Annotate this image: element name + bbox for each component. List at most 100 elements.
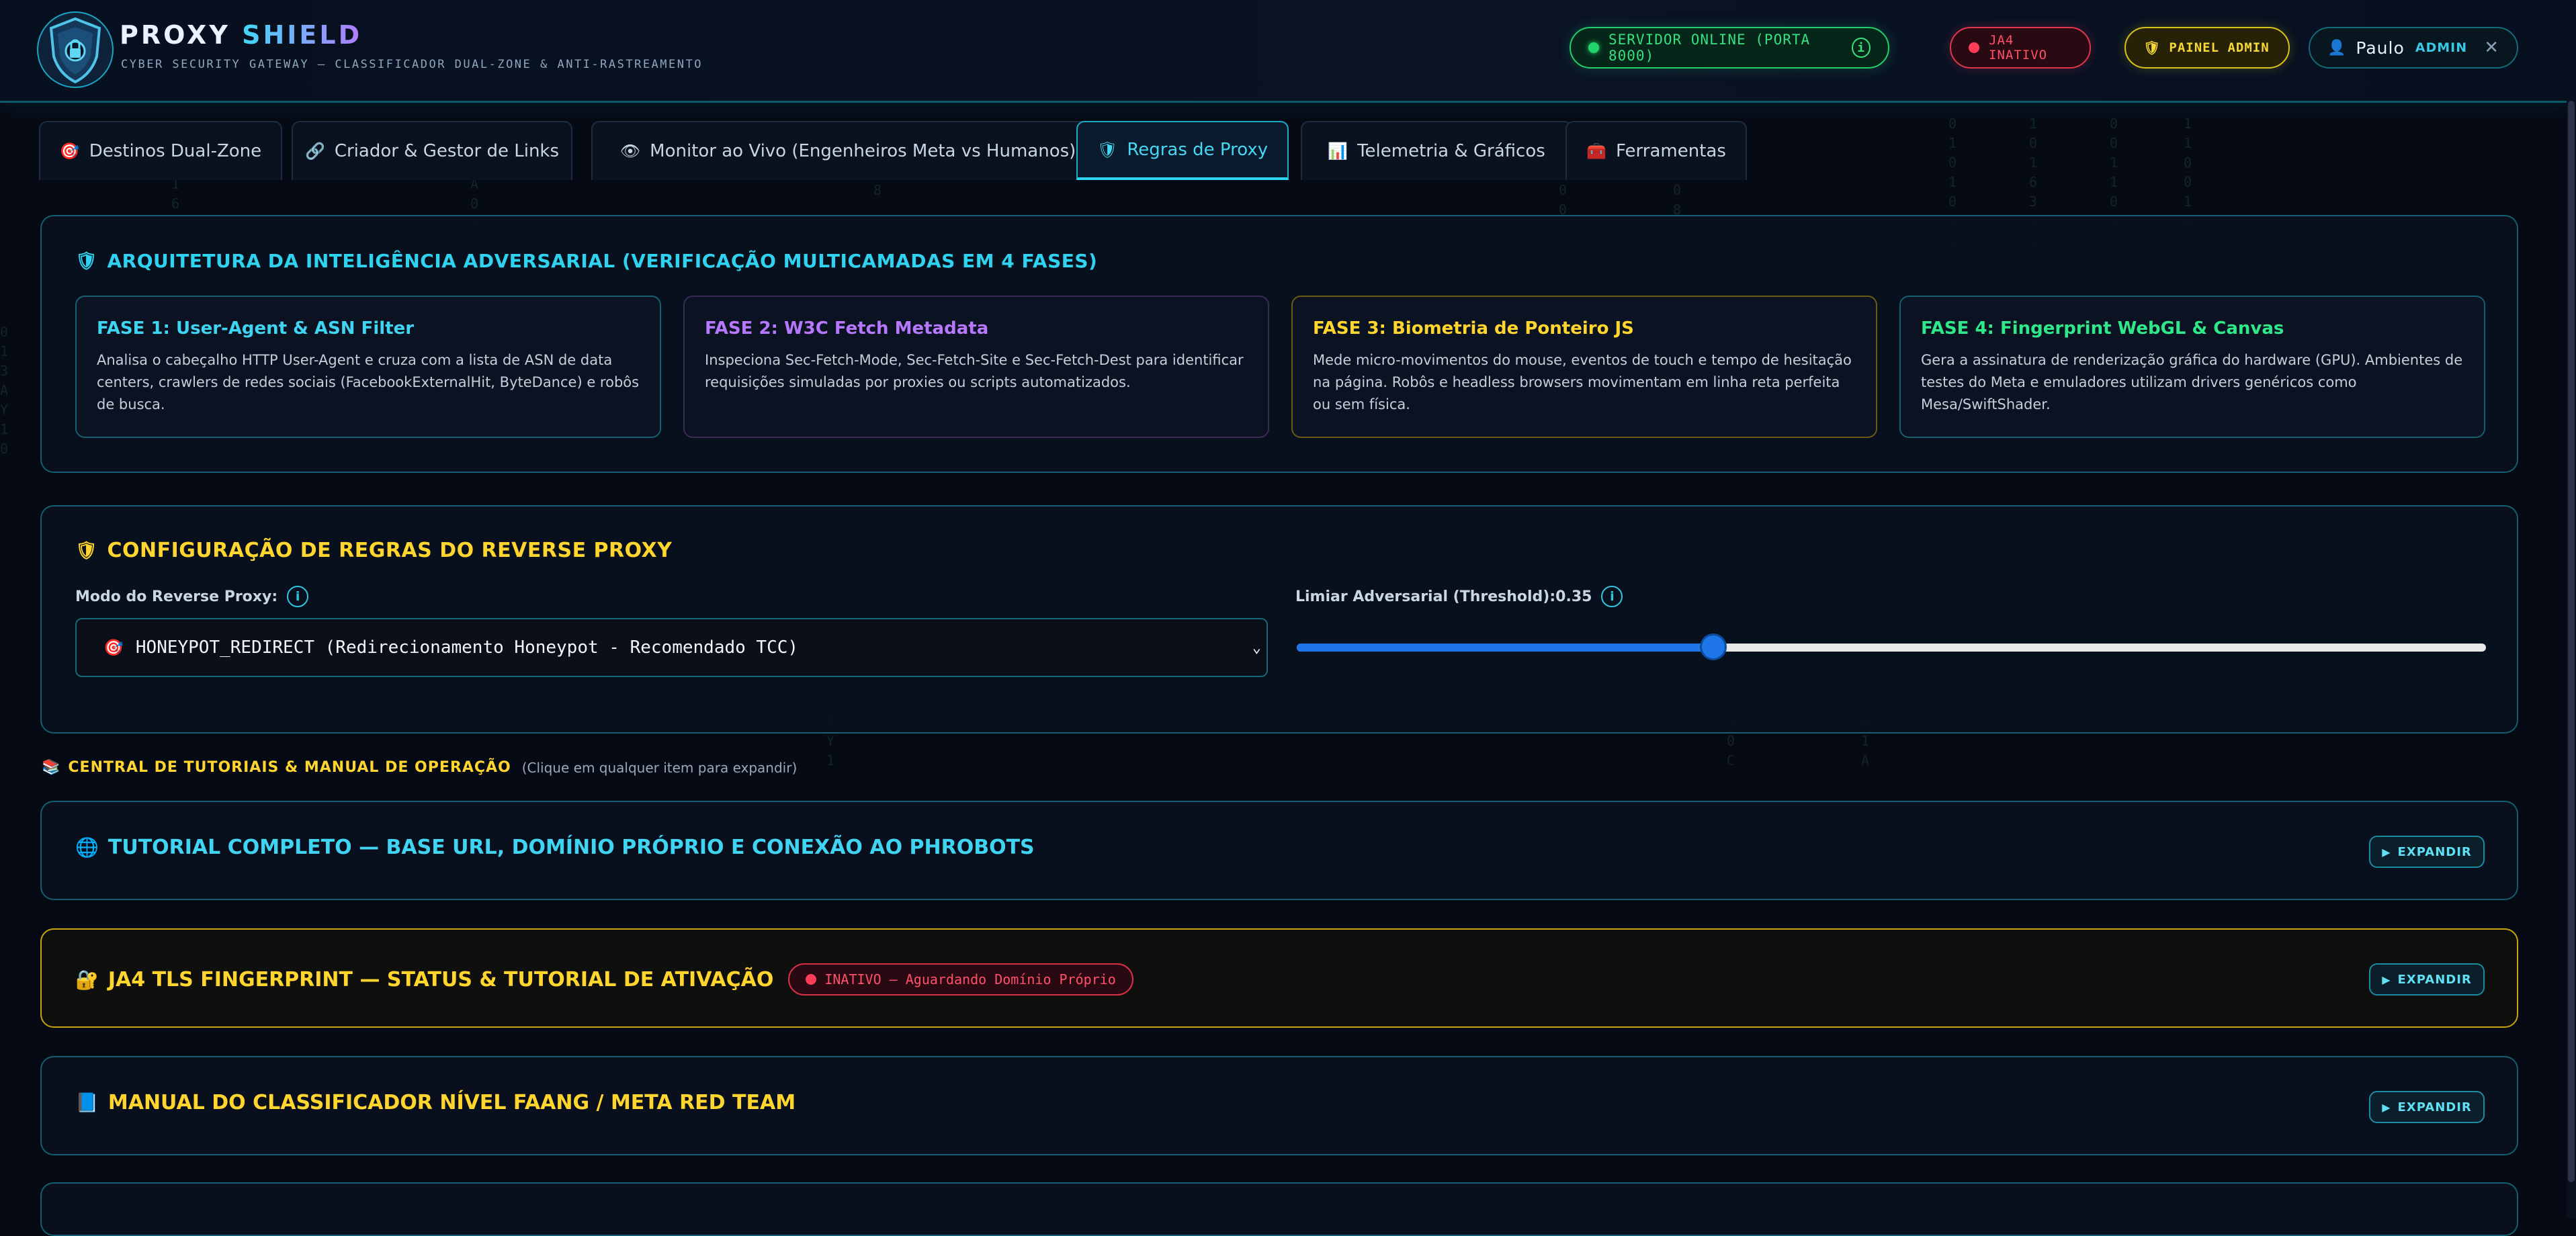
- play-icon: ▶: [2382, 973, 2391, 986]
- ja4-status-text: JA4 INATIVO: [1989, 33, 2048, 62]
- info-icon[interactable]: i: [1852, 38, 1871, 58]
- expand-label: EXPANDIR: [2397, 972, 2472, 987]
- tab-links[interactable]: 🔗 Criador & Gestor de Links: [292, 121, 572, 180]
- threshold-label: Limiar Adversarial (Threshold): 0.35 i: [1295, 586, 1623, 607]
- proxy-mode-label: Modo do Reverse Proxy: i: [75, 586, 309, 607]
- status-badge-text: INATIVO — Aguardando Domínio Próprio: [824, 971, 1116, 987]
- shield-logo-icon: [35, 9, 116, 90]
- proxy-rules-title: 🛡 CONFIGURAÇÃO DE REGRAS DO REVERSE PROX…: [75, 539, 672, 562]
- tab-regras[interactable]: 🛡 Regras de Proxy: [1076, 121, 1289, 180]
- phase-card-1: FASE 1: User-Agent & ASN Filter Analisa …: [75, 296, 661, 438]
- lock-icon: 🔐: [75, 968, 99, 991]
- user-name: Paulo: [2356, 38, 2405, 58]
- tutorials-hint: (Clique em qualquer item para expandir): [521, 759, 798, 776]
- phase-title: FASE 1: User-Agent & ASN Filter: [97, 318, 415, 339]
- accordion-manual-classificador[interactable]: 📘 MANUAL DO CLASSIFICADOR NÍVEL FAANG / …: [40, 1056, 2518, 1155]
- user-icon: 👤: [2327, 39, 2347, 56]
- info-icon[interactable]: i: [287, 586, 309, 607]
- accordion-next-partial[interactable]: [40, 1182, 2518, 1236]
- toolbox-icon: 🧰: [1586, 142, 1607, 161]
- tab-telemetria[interactable]: 📊 Telemetria & Gráficos: [1301, 121, 1572, 180]
- architecture-title: 🛡 ARQUITETURA DA INTELIGÊNCIA ADVERSARIA…: [75, 250, 1097, 272]
- phase-title: FASE 3: Biometria de Ponteiro JS: [1313, 318, 1634, 339]
- phase-card-3: FASE 3: Biometria de Ponteiro JS Mede mi…: [1291, 296, 1877, 438]
- play-icon: ▶: [2382, 845, 2391, 858]
- play-icon: ▶: [2382, 1100, 2391, 1114]
- brand-word-proxy: PROXY: [120, 20, 230, 50]
- proxy-rules-title-text: CONFIGURAÇÃO DE REGRAS DO REVERSE PROXY: [107, 539, 673, 562]
- page-scrollbar[interactable]: [2567, 101, 2576, 1219]
- app-header: PROXY SHIELD CYBER SECURITY GATEWAY — CL…: [0, 0, 2576, 103]
- close-icon[interactable]: ✕: [2484, 38, 2499, 58]
- accordion-title-text: JA4 TLS FINGERPRINT — STATUS & TUTORIAL …: [108, 967, 774, 991]
- tab-label: Telemetria & Gráficos: [1357, 141, 1545, 161]
- phase-card-4: FASE 4: Fingerprint WebGL & Canvas Gera …: [1899, 296, 2485, 438]
- shield-icon: 🛡: [2143, 40, 2161, 56]
- info-icon[interactable]: i: [1601, 586, 1623, 607]
- status-dot-icon: [1969, 42, 1979, 53]
- chevron-down-icon: ⌄: [1252, 639, 1261, 656]
- accordion-title: 🔐 JA4 TLS FINGERPRINT — STATUS & TUTORIA…: [75, 963, 1133, 996]
- target-icon: 🎯: [59, 142, 80, 161]
- admin-panel-button[interactable]: 🛡 PAINEL ADMIN: [2124, 27, 2290, 69]
- tutorials-title: CENTRAL DE TUTORIAIS & MANUAL DE OPERAÇÃ…: [68, 759, 511, 776]
- phase-desc: Gera a assinatura de renderização gráfic…: [1921, 352, 2463, 412]
- accordion-ja4[interactable]: 🔐 JA4 TLS FINGERPRINT — STATUS & TUTORIA…: [40, 928, 2518, 1028]
- status-dot-icon: [806, 974, 817, 985]
- proxy-mode-value: HONEYPOT_REDIRECT (Redirecionamento Hone…: [135, 637, 799, 658]
- phase-title: FASE 4: Fingerprint WebGL & Canvas: [1921, 318, 2284, 339]
- phase-desc: Analisa o cabeçalho HTTP User-Agent e cr…: [97, 352, 640, 412]
- slider-fill: [1297, 644, 1713, 652]
- server-status-pill[interactable]: SERVIDOR ONLINE (PORTA 8000) i: [1570, 27, 1889, 69]
- phase-title: FASE 2: W3C Fetch Metadata: [705, 318, 989, 339]
- expand-button[interactable]: ▶ EXPANDIR: [2369, 963, 2485, 996]
- tab-label: Regras de Proxy: [1127, 140, 1269, 160]
- architecture-title-text: ARQUITETURA DA INTELIGÊNCIA ADVERSARIAL …: [107, 250, 1098, 272]
- ja4-status-pill[interactable]: JA4 INATIVO: [1950, 27, 2091, 69]
- books-icon: 📚: [42, 759, 60, 776]
- server-status-text: SERVIDOR ONLINE (PORTA 8000): [1608, 32, 1811, 64]
- admin-panel-label: PAINEL ADMIN: [2169, 40, 2270, 55]
- shield-icon: 🛡: [75, 251, 98, 271]
- proxy-mode-select[interactable]: 🎯 HONEYPOT_REDIRECT (Redirecionamento Ho…: [75, 618, 1268, 677]
- phase-card-2: FASE 2: W3C Fetch Metadata Inspeciona Se…: [683, 296, 1269, 438]
- tab-label: Monitor ao Vivo (Engenheiros Meta vs Hum…: [650, 141, 1076, 161]
- tab-destinos[interactable]: 🎯 Destinos Dual-Zone: [39, 121, 282, 180]
- architecture-panel: 🛡 ARQUITETURA DA INTELIGÊNCIA ADVERSARIA…: [40, 215, 2518, 473]
- proxy-rules-panel: 🛡 CONFIGURAÇÃO DE REGRAS DO REVERSE PROX…: [40, 505, 2518, 734]
- shield-icon: 🛡: [1097, 140, 1118, 159]
- expand-button[interactable]: ▶ EXPANDIR: [2369, 836, 2485, 868]
- expand-label: EXPANDIR: [2397, 844, 2472, 859]
- shield-icon: 🛡: [75, 540, 98, 561]
- phase-desc: Mede micro-movimentos do mouse, eventos …: [1313, 352, 1852, 412]
- accordion-tutorial-base-url[interactable]: 🌐 TUTORIAL COMPLETO — BASE URL, DOMÍNIO …: [40, 801, 2518, 900]
- accordion-title-text: MANUAL DO CLASSIFICADOR NÍVEL FAANG / ME…: [108, 1091, 796, 1114]
- expand-button[interactable]: ▶ EXPANDIR: [2369, 1091, 2485, 1123]
- tab-ferramentas[interactable]: 🧰 Ferramentas: [1565, 121, 1747, 180]
- tutorials-header: 📚 CENTRAL DE TUTORIAIS & MANUAL DE OPERA…: [42, 759, 797, 776]
- tab-label: Ferramentas: [1616, 141, 1726, 161]
- threshold-value: 0.35: [1555, 588, 1592, 605]
- tab-label: Criador & Gestor de Links: [334, 141, 560, 161]
- target-icon: 🎯: [103, 638, 124, 657]
- chart-icon: 📊: [1328, 142, 1348, 161]
- user-role: ADMIN: [2415, 40, 2468, 55]
- app-tagline: CYBER SECURITY GATEWAY — CLASSIFICADOR D…: [121, 58, 703, 71]
- expand-label: EXPANDIR: [2397, 1100, 2472, 1114]
- proxy-mode-label-text: Modo do Reverse Proxy:: [75, 588, 278, 605]
- accordion-title: 📘 MANUAL DO CLASSIFICADOR NÍVEL FAANG / …: [75, 1091, 796, 1114]
- accordion-title: 🌐 TUTORIAL COMPLETO — BASE URL, DOMÍNIO …: [75, 836, 1035, 859]
- status-dot-icon: [1588, 42, 1599, 53]
- globe-icon: 🌐: [75, 836, 99, 858]
- tab-monitor[interactable]: 👁 Monitor ao Vivo (Engenheiros Meta vs H…: [591, 121, 1105, 180]
- brand-word-shield: SHIELD: [242, 20, 363, 50]
- slider-handle[interactable]: [1701, 635, 1725, 658]
- threshold-label-text: Limiar Adversarial (Threshold):: [1295, 588, 1556, 605]
- link-icon: 🔗: [304, 142, 325, 161]
- book-icon: 📘: [75, 1092, 99, 1114]
- scrollbar-thumb[interactable]: [2568, 101, 2575, 1182]
- threshold-slider[interactable]: [1297, 635, 2486, 658]
- app-brand: PROXY SHIELD: [120, 20, 362, 50]
- user-chip[interactable]: 👤 Paulo ADMIN ✕: [2309, 27, 2518, 69]
- status-badge: INATIVO — Aguardando Domínio Próprio: [788, 963, 1133, 996]
